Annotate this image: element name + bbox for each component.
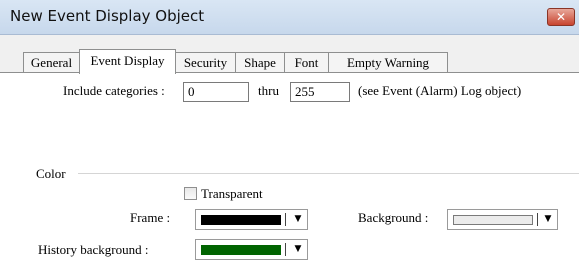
event-log-note: (see Event (Alarm) Log object): [358, 83, 522, 98]
tab-general[interactable]: General: [23, 52, 80, 73]
frame-color-swatch: [201, 215, 281, 225]
background-label: Background :: [358, 210, 429, 225]
category-to-input[interactable]: [290, 82, 350, 102]
frame-select-divider: [285, 213, 286, 226]
tab-security[interactable]: Security: [175, 52, 236, 73]
category-from-input[interactable]: [183, 82, 249, 102]
title-bar: New Event Display Object ✕: [0, 0, 579, 35]
transparent-checkbox[interactable]: [184, 187, 197, 200]
frame-color-select[interactable]: ▼: [195, 209, 308, 230]
color-group-label: Color: [36, 166, 66, 181]
transparent-label: Transparent: [201, 186, 263, 201]
window-title: New Event Display Object: [10, 7, 205, 25]
event-display-panel: Include categories : thru (see Event (Al…: [0, 72, 579, 260]
chevron-down-icon: ▼: [544, 214, 552, 224]
tab-font[interactable]: Font: [284, 52, 329, 73]
tab-event-display[interactable]: Event Display: [79, 49, 176, 74]
close-icon: ✕: [555, 10, 567, 24]
background-select-divider: [537, 213, 538, 226]
background-color-swatch: [453, 215, 533, 225]
tab-shape[interactable]: Shape: [235, 52, 285, 73]
chevron-down-icon: ▼: [294, 244, 302, 254]
include-categories-label: Include categories :: [63, 83, 165, 98]
tab-bar: General Event Display Security Shape Fon…: [0, 49, 579, 74]
history-select-divider: [285, 243, 286, 256]
history-background-color-select[interactable]: ▼: [195, 239, 308, 260]
color-group-divider: [78, 173, 579, 174]
tab-empty-warning[interactable]: Empty Warning: [328, 52, 448, 73]
background-color-select[interactable]: ▼: [447, 209, 558, 230]
close-button[interactable]: ✕: [547, 8, 575, 26]
chevron-down-icon: ▼: [294, 214, 302, 224]
history-background-color-swatch: [201, 245, 281, 255]
history-background-label: History background :: [38, 242, 149, 257]
thru-label: thru: [258, 83, 279, 98]
frame-label: Frame :: [130, 210, 171, 225]
